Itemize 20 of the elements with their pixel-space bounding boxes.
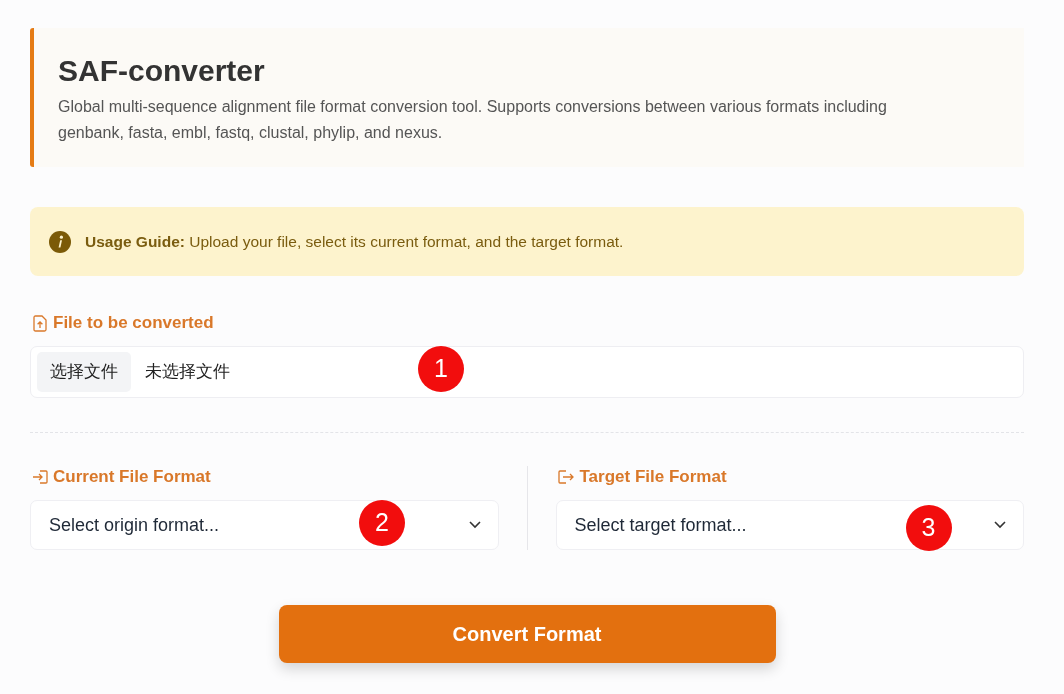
field-label: Target File Format [579, 466, 727, 489]
chevron-down-icon [468, 521, 481, 529]
file-input[interactable]: 选择文件 未选择文件 1 [30, 346, 1024, 398]
format-select[interactable]: Select target format... 3 [555, 500, 1024, 550]
arrow-into-box-icon [32, 470, 48, 484]
number-badge: 2 [359, 500, 405, 546]
arrow-out-of-box-icon [557, 470, 575, 484]
no-file-text: 未选择文件 [145, 361, 230, 384]
app-description: Global multi-sequence alignment file format conversion tool. Supports conversions between various formats including genbank, fasta, embl, fastq, clustal, phylip, and nexus. [58, 97, 888, 143]
chevron-down-icon [994, 521, 1006, 529]
format-select[interactable]: Select origin format... 2 [30, 500, 499, 550]
field-label: Current File Format [53, 466, 211, 489]
choose-file-button[interactable]: 选择文件 [37, 352, 131, 392]
number-badge: 1 [418, 346, 464, 392]
number-badge: 3 [905, 505, 952, 551]
file-upload-icon [33, 314, 47, 332]
app-title: SAF-converter [58, 53, 266, 89]
field-label: File to be converted [53, 312, 214, 335]
alert-text: Usage Guide: Upload your file, select its current format, and the target format. [85, 231, 624, 252]
info-icon [49, 230, 71, 253]
